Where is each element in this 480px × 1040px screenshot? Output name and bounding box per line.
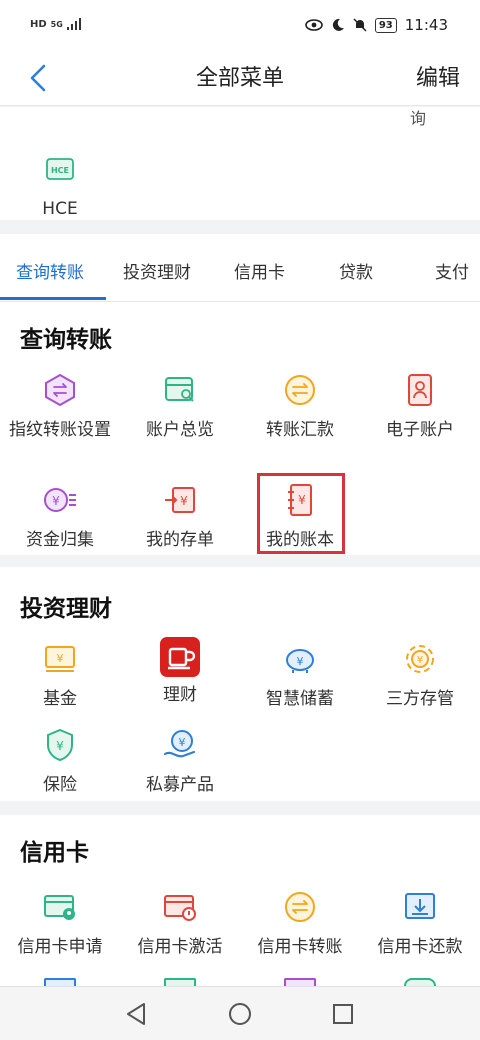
section-title: 投资理财 [20, 596, 112, 622]
fund-icon: ¥ [42, 641, 78, 677]
previous-section: 询 HCE HCE [0, 107, 480, 220]
menu-item-private-fund[interactable]: ¥ 私募产品 [120, 727, 240, 797]
e-account-icon [402, 372, 438, 408]
moon-icon [332, 18, 344, 31]
cut-off-label[interactable]: 询 [410, 105, 426, 129]
menu-item-transfer[interactable]: 转账汇款 [240, 372, 360, 442]
card-activate-icon [162, 889, 198, 925]
page-title: 全部菜单 [195, 66, 284, 91]
private-fund-icon: ¥ [162, 727, 198, 763]
menu-item-card-transfer[interactable]: 信用卡转账 [240, 889, 360, 959]
edit-button[interactable]: 编辑 [416, 60, 460, 92]
recents-square-icon[interactable] [330, 1001, 356, 1027]
active-tab-indicator [0, 297, 106, 300]
svg-text:¥: ¥ [56, 739, 64, 753]
menu-item-insurance[interactable]: ¥ 保险 [0, 727, 120, 797]
highlight-frame [257, 473, 345, 554]
signal-icon [66, 18, 81, 30]
eye-icon [305, 19, 323, 31]
third-party-icon: ¥ [402, 641, 438, 677]
deposit-icon: ¥ [162, 482, 198, 518]
card-transfer-icon [282, 889, 318, 925]
svg-text:¥: ¥ [57, 652, 64, 665]
account-overview-icon [162, 372, 198, 408]
section-credit-card: 信用卡 信用卡申请 信用卡激活 信用卡转账 信用卡还款 [0, 815, 480, 986]
tab-query-transfer[interactable]: 查询转账 [16, 258, 84, 283]
svg-text:HCE: HCE [51, 166, 69, 175]
menu-item-fund-collection[interactable]: ¥ 资金归集 [0, 482, 120, 552]
partial-row-icon [404, 978, 436, 986]
fund-collection-icon: ¥ [42, 482, 78, 518]
back-triangle-icon[interactable] [124, 1001, 150, 1027]
menu-item-smart-saving[interactable]: ¥ 智慧储蓄 [240, 641, 360, 711]
menu-item-card-repay[interactable]: 信用卡还款 [360, 889, 480, 959]
menu-item-card-apply[interactable]: 信用卡申请 [0, 889, 120, 959]
category-tabs: 查询转账 投资理财 信用卡 贷款 支付 [0, 234, 480, 302]
wealth-icon [160, 637, 200, 677]
svg-text:¥: ¥ [180, 494, 188, 508]
menu-item-wealth[interactable]: 理财 [120, 637, 240, 707]
menu-item-fingerprint-transfer[interactable]: 指纹转账设置 [0, 372, 120, 442]
menu-item-account-overview[interactable]: 账户总览 [120, 372, 240, 442]
partial-row-icon [44, 978, 76, 986]
insurance-icon: ¥ [42, 727, 78, 763]
section-title: 信用卡 [20, 840, 89, 866]
svg-text:¥: ¥ [417, 655, 423, 666]
card-apply-icon [42, 889, 78, 925]
clock: 11:43 [404, 16, 448, 34]
menu-item-hce[interactable]: HCE HCE [0, 151, 120, 221]
partial-row-icon [164, 978, 196, 986]
tab-loan[interactable]: 贷款 [339, 258, 373, 283]
card-repay-icon [402, 889, 438, 925]
menu-item-fund[interactable]: ¥ 基金 [0, 641, 120, 711]
menu-item-deposit[interactable]: ¥ 我的存单 [120, 482, 240, 552]
hce-icon: HCE [42, 151, 78, 187]
svg-text:¥: ¥ [179, 736, 186, 749]
top-app-bar: 全部菜单 编辑 [0, 52, 480, 106]
section-query-transfer: 查询转账 指纹转账设置 账户总览 转账汇款 电子账户 ¥ 资金归集 ¥ 我的存单 [0, 302, 480, 555]
tab-payment[interactable]: 支付 [435, 258, 469, 283]
battery-indicator: 93 [374, 17, 397, 33]
status-bar: HD 5G 93 11:43 [0, 0, 480, 52]
section-investment: 投资理财 ¥ 基金 理财 ¥ 智慧储蓄 ¥ 三方存管 ¥ 保险 ¥ 私募产品 [0, 567, 480, 801]
tab-investment[interactable]: 投资理财 [123, 258, 191, 283]
menu-item-e-account[interactable]: 电子账户 [360, 372, 480, 442]
transfer-icon [282, 372, 318, 408]
fingerprint-transfer-icon [42, 372, 78, 408]
piggy-bank-icon: ¥ [282, 641, 318, 677]
svg-text:¥: ¥ [52, 494, 60, 508]
menu-item-card-activate[interactable]: 信用卡激活 [120, 889, 240, 959]
network-type: HD [30, 18, 47, 30]
svg-text:¥: ¥ [297, 655, 304, 668]
mute-bell-icon [353, 18, 367, 32]
system-nav-bar [0, 986, 480, 1040]
partial-row-icon [284, 978, 316, 986]
section-title: 查询转账 [20, 327, 112, 353]
tab-credit-card[interactable]: 信用卡 [234, 258, 285, 283]
home-circle-icon[interactable] [227, 1001, 253, 1027]
menu-item-third-party[interactable]: ¥ 三方存管 [360, 641, 480, 711]
signal-label: 5G [50, 19, 63, 29]
